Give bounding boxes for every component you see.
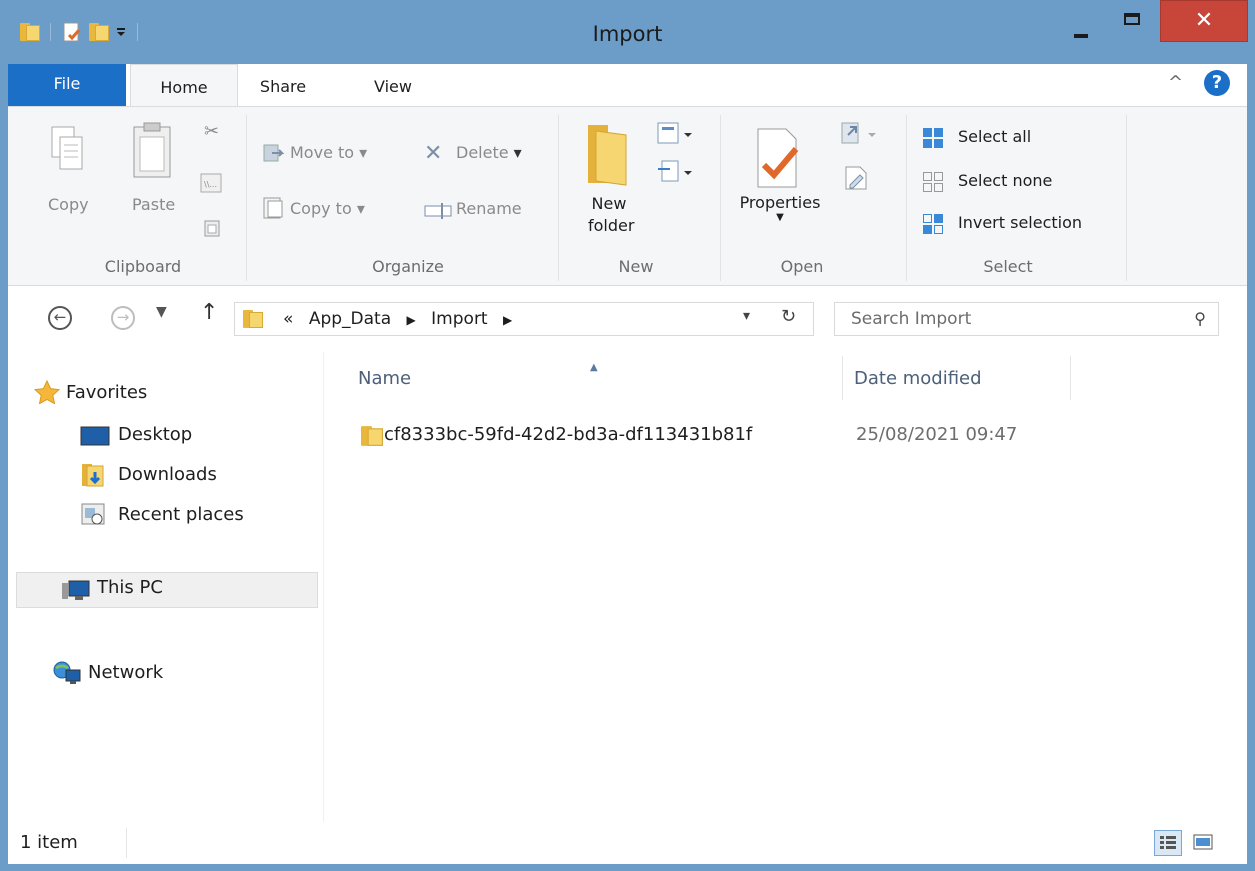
address-bar[interactable]: « App_Data ▶ Import ▶ ▾ ↻ xyxy=(234,302,814,336)
select-all-icon xyxy=(923,128,943,148)
details-view-button[interactable] xyxy=(1154,830,1182,856)
open-icon[interactable] xyxy=(840,121,880,147)
rename-button[interactable]: Rename xyxy=(456,199,522,218)
tab-home[interactable]: Home xyxy=(130,64,238,106)
select-none-icon xyxy=(923,172,943,192)
maximize-button[interactable] xyxy=(1110,0,1156,44)
network-icon xyxy=(53,661,81,684)
edit-icon[interactable] xyxy=(844,165,868,191)
copy-icon xyxy=(51,126,83,170)
paste-icon xyxy=(133,122,171,178)
close-button[interactable]: ✕ xyxy=(1160,0,1248,42)
ribbon-tabs: File Home Share View ^ ? xyxy=(8,64,1247,106)
organize-group-label: Organize xyxy=(372,257,444,276)
breadcrumb-app-data[interactable]: App_Data xyxy=(309,309,391,329)
star-icon xyxy=(34,380,60,404)
folder-icon xyxy=(361,426,383,446)
breadcrumb-chevron-icon[interactable]: ▶ xyxy=(407,313,416,327)
sort-ascending-icon: ▲ xyxy=(590,362,598,373)
copy-path-icon[interactable]: \\... xyxy=(200,173,222,193)
properties-icon xyxy=(757,128,799,188)
breadcrumb-chevron-icon[interactable]: ▶ xyxy=(503,313,512,327)
item-count: 1 item xyxy=(20,832,78,853)
tab-share[interactable]: Share xyxy=(246,64,320,106)
navigation-pane: Favorites Desktop Downloads Recent place… xyxy=(8,352,324,822)
collapse-ribbon-icon[interactable]: ^ xyxy=(1168,72,1183,93)
forward-button[interactable]: → xyxy=(111,306,135,330)
large-icons-view-icon xyxy=(1193,834,1213,850)
new-folder-icon xyxy=(588,125,627,186)
select-all-button[interactable]: Select all xyxy=(958,127,1031,146)
this-pc-icon xyxy=(62,580,90,600)
rename-icon xyxy=(424,203,452,219)
new-group-label: New xyxy=(618,257,654,276)
new-item-icon[interactable] xyxy=(656,121,696,147)
copy-button[interactable]: Copy xyxy=(48,195,89,214)
tab-file[interactable]: File xyxy=(8,64,126,106)
status-bar: 1 item xyxy=(8,822,1247,864)
title-bar[interactable]: Import ✕ xyxy=(0,0,1255,64)
file-name: cf8333bc-59fd-42d2-bd3a-df113431b81f xyxy=(384,424,753,445)
copy-to-button[interactable]: Copy to ▾ xyxy=(290,199,365,218)
large-icons-view-button[interactable] xyxy=(1190,830,1218,856)
move-to-icon xyxy=(263,144,285,162)
recent-locations-icon[interactable]: ▼ xyxy=(156,304,167,320)
address-dropdown-icon[interactable]: ▾ xyxy=(743,308,750,324)
up-button[interactable]: ↑ xyxy=(200,300,218,325)
file-date-modified: 25/08/2021 09:47 xyxy=(856,424,1018,445)
details-view-icon xyxy=(1160,836,1176,849)
paste-button[interactable]: Paste xyxy=(132,195,175,214)
ribbon: Copy Paste ✂ \\... Clipboard Move to ▾ C… xyxy=(8,106,1247,286)
delete-button[interactable]: Delete ▾ xyxy=(456,143,522,162)
downloads-icon xyxy=(82,464,104,487)
move-to-button[interactable]: Move to ▾ xyxy=(290,143,367,162)
column-header-name[interactable]: Name xyxy=(358,368,411,389)
open-group-label: Open xyxy=(780,257,824,276)
cut-icon[interactable]: ✂ xyxy=(204,121,219,142)
search-box[interactable]: Search Import ⚲ xyxy=(834,302,1219,336)
help-icon[interactable]: ? xyxy=(1204,70,1230,96)
back-button[interactable]: ← xyxy=(48,306,72,330)
navigation-bar: ← → ▼ ↑ « App_Data ▶ Import ▶ ▾ ↻ Search… xyxy=(8,286,1247,352)
folder-icon xyxy=(243,310,263,328)
select-none-button[interactable]: Select none xyxy=(958,171,1052,190)
invert-selection-button[interactable]: Invert selection xyxy=(958,213,1082,232)
properties-button[interactable]: Properties ▼ xyxy=(732,193,828,223)
paste-shortcut-icon[interactable] xyxy=(204,219,220,237)
column-header-date-modified[interactable]: Date modified xyxy=(854,368,982,389)
delete-icon: ✕ xyxy=(424,141,443,166)
search-input[interactable]: Search Import xyxy=(851,309,971,329)
search-icon[interactable]: ⚲ xyxy=(1194,309,1206,328)
clipboard-group-label: Clipboard xyxy=(104,257,182,276)
breadcrumb-overflow[interactable]: « xyxy=(283,309,293,329)
recent-places-icon xyxy=(81,503,105,525)
nav-item-this-pc[interactable]: This PC xyxy=(16,572,318,608)
desktop-icon xyxy=(80,426,110,446)
breadcrumb: « App_Data ▶ Import ▶ xyxy=(283,309,512,329)
easy-access-icon[interactable] xyxy=(656,159,696,185)
file-row[interactable]: cf8333bc-59fd-42d2-bd3a-df113431b81f 25/… xyxy=(348,420,1068,454)
svg-text:\\...: \\... xyxy=(204,180,217,189)
refresh-icon[interactable]: ↻ xyxy=(781,306,796,327)
breadcrumb-import[interactable]: Import xyxy=(431,309,487,329)
tab-view[interactable]: View xyxy=(360,64,426,106)
minimize-button[interactable] xyxy=(1060,0,1106,44)
new-folder-button[interactable]: New folder xyxy=(588,193,634,237)
explorer-window: Import ✕ File Home Share View ^ ? Copy P… xyxy=(0,0,1255,871)
invert-selection-icon xyxy=(923,214,943,234)
copy-to-icon xyxy=(263,197,283,219)
content-area: Favorites Desktop Downloads Recent place… xyxy=(8,352,1247,822)
select-group-label: Select xyxy=(983,257,1033,276)
